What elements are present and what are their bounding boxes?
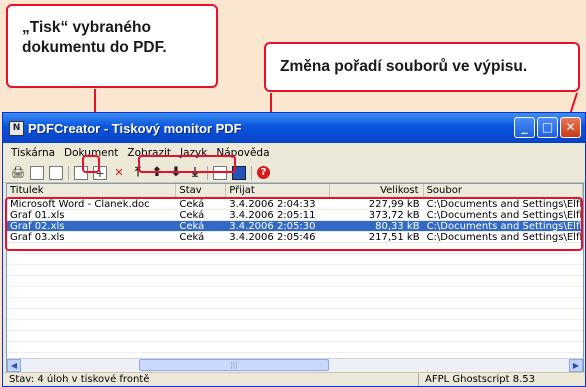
empty-row [7,320,583,331]
scroll-left-icon[interactable]: ◀ [7,359,21,372]
title-bar[interactable]: N PDFCreator - Tiskový monitor PDF _ □ ✕ [3,113,585,143]
status-ghostscript: AFPL Ghostscript 8.53 [418,373,585,386]
highlight-order-buttons [138,155,236,173]
close-button[interactable]: ✕ [560,117,581,138]
toolbar-separator [68,165,69,180]
highlight-print-button [82,155,100,173]
empty-row [7,287,583,298]
callout-print-document: „Tisk“ vybraného dokumentu do PDF. [6,4,218,88]
column-size[interactable]: Velikost [330,184,424,198]
scroll-right-icon[interactable]: ▶ [569,359,583,372]
status-queue: Stav: 4 úloh v tiskové frontě [9,374,150,385]
highlight-file-list [5,197,583,251]
properties-icon[interactable] [49,165,63,180]
document-icon[interactable] [30,165,44,180]
window-title: PDFCreator - Tiskový monitor PDF [28,120,242,136]
printer-icon[interactable]: 🖨 [11,166,25,180]
delete-icon[interactable]: ✕ [112,166,126,180]
maximize-button[interactable]: □ [537,117,558,138]
empty-row [7,331,583,342]
scroll-thumb[interactable]: ||| [139,359,329,371]
empty-row [7,298,583,309]
empty-row [7,254,583,265]
column-status[interactable]: Stav [176,184,227,198]
scroll-track[interactable] [329,359,569,372]
empty-row [7,309,583,320]
column-title[interactable]: Titulek [7,184,177,198]
empty-row [7,342,583,353]
empty-row [7,265,583,276]
toolbar-separator [251,165,252,180]
menu-printer[interactable]: Tiskárna [11,147,55,159]
minimize-button[interactable]: _ [514,117,535,138]
horizontal-scrollbar[interactable]: ◀ ||| ▶ [7,358,583,372]
column-received[interactable]: Přijat [226,184,330,198]
callout-print-line1: „Tisk“ vybraného [22,19,151,36]
column-file[interactable]: Soubor [424,184,583,198]
app-icon: N [9,120,24,136]
status-bar: Stav: 4 úloh v tiskové frontě AFPL Ghost… [3,372,585,386]
callout-reorder-files: Změna pořadí souborů ve výpisu. [264,42,580,92]
callout-print-line2: dokumentu do PDF. [22,39,167,56]
empty-row [7,276,583,287]
callout-reorder-text: Změna pořadí souborů ve výpisu. [280,58,528,75]
window-controls: _ □ ✕ [514,117,581,138]
help-icon[interactable]: ? [257,166,270,179]
